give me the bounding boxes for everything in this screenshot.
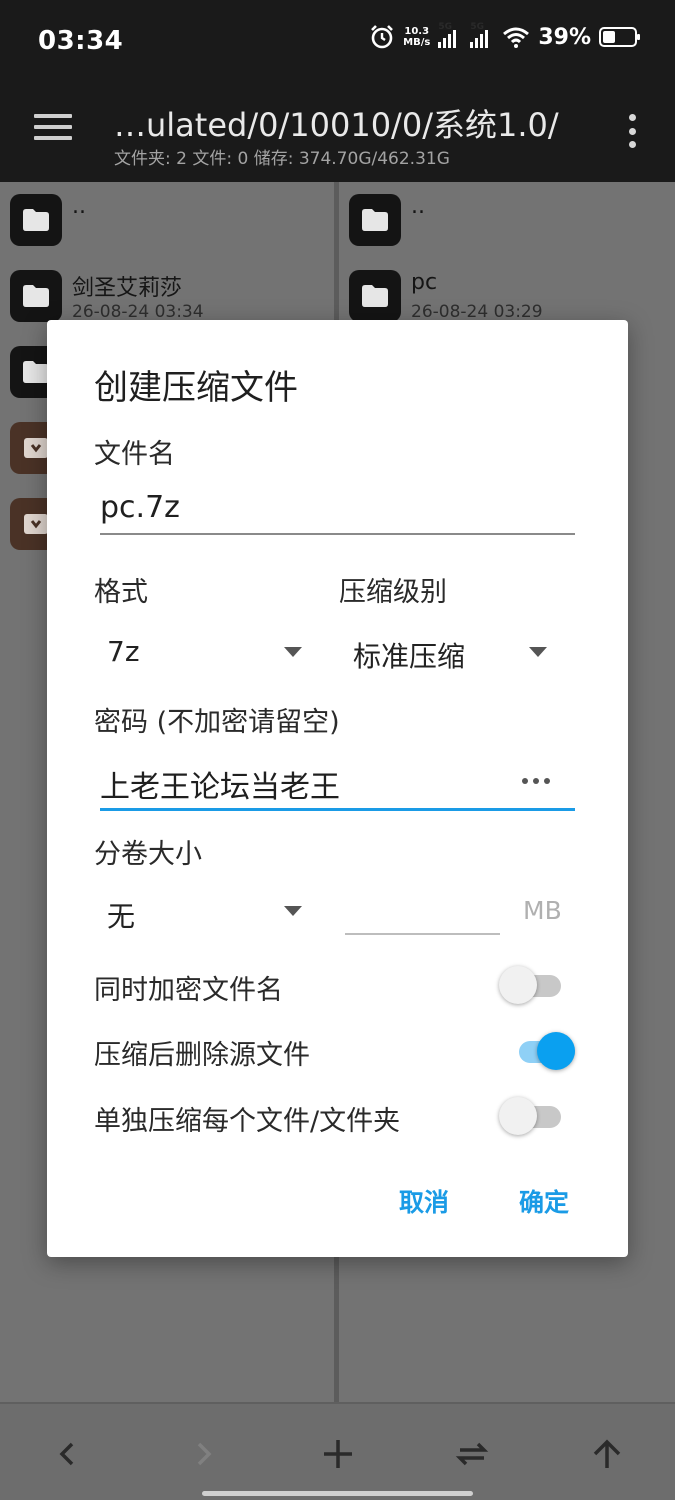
list-item[interactable]: .. [339,182,675,258]
file-date: 26-08-24 03:29 [411,302,543,322]
option-label: 压缩后删除源文件 [94,1040,310,1071]
format-value: 7z [107,635,140,668]
app-bar: …ulated/0/10010/0/系统1.0/ 文件夹: 2 文件: 0 储存… [0,84,675,182]
level-label: 压缩级别 [339,577,447,608]
filename-input[interactable]: pc.7z [100,490,180,525]
chevron-left-icon[interactable] [48,1434,88,1474]
password-visibility-icon[interactable] [522,778,550,784]
status-bar: 03:34 10.3 MB/s 5G 5G 39% [0,0,675,84]
chevron-down-icon [529,647,547,657]
password-underline [100,808,575,811]
folder-icon [10,194,62,246]
cancel-button[interactable]: 取消 [399,1183,449,1219]
file-name: .. [72,194,86,219]
battery-icon [599,27,640,47]
chevron-down-icon [284,647,302,657]
ok-button[interactable]: 确定 [519,1183,569,1219]
file-name: pc [411,270,438,295]
arrow-up-icon[interactable] [587,1434,627,1474]
signal-icon-sim2: 5G [470,22,494,48]
home-indicator[interactable] [202,1491,473,1496]
more-vertical-icon[interactable] [627,114,637,148]
option-label: 单独压缩每个文件/文件夹 [94,1106,401,1137]
hamburger-menu-icon[interactable] [34,114,72,144]
encrypt-filenames-toggle[interactable] [499,965,561,1004]
signal-icon-sim1: 5G [438,22,462,48]
level-value: 标准压缩 [353,640,466,673]
volume-value: 无 [107,900,136,933]
folder-icon [349,194,401,246]
current-path[interactable]: …ulated/0/10010/0/系统1.0/ [114,100,559,146]
list-item[interactable]: .. [0,182,334,258]
battery-fill [603,31,615,43]
battery-percent: 39% [538,24,591,50]
filename-underline [100,533,575,535]
file-date: 26-08-24 03:34 [72,302,204,322]
password-label: 密码 (不加密请留空) [94,707,340,738]
plus-icon[interactable] [318,1434,358,1474]
separate-archives-toggle[interactable] [499,1096,561,1135]
format-label: 格式 [94,577,148,608]
status-time: 03:34 [38,26,124,56]
volume-label: 分卷大小 [94,839,202,870]
folder-icon [349,270,401,322]
alarm-icon [371,25,394,49]
bottom-toolbar [0,1402,675,1500]
storage-info: 文件夹: 2 文件: 0 储存: 374.70G/462.31G [114,149,450,169]
dialog-title: 创建压缩文件 [94,368,298,408]
volume-unit: MB [523,896,562,925]
folder-icon [10,270,62,322]
chevron-down-icon [284,906,302,916]
chevron-right-icon[interactable] [183,1434,223,1474]
filename-label: 文件名 [94,439,175,470]
swap-icon[interactable] [452,1434,492,1474]
password-input[interactable]: 上老王论坛当老王 [100,762,340,806]
net-speed: 10.3 MB/s [403,26,431,48]
status-icons: 10.3 MB/s 5G 5G 39% [369,22,640,50]
option-label: 同时加密文件名 [94,975,283,1006]
file-name: .. [411,194,425,219]
delete-source-toggle[interactable] [513,1031,575,1070]
volume-size-input[interactable] [345,933,500,935]
file-name: 剑圣艾莉莎 [72,276,183,301]
wifi-icon [503,27,530,48]
create-archive-dialog: 创建压缩文件 文件名 pc.7z 格式 压缩级别 7z 标准压缩 密码 (不加密… [47,320,628,1257]
